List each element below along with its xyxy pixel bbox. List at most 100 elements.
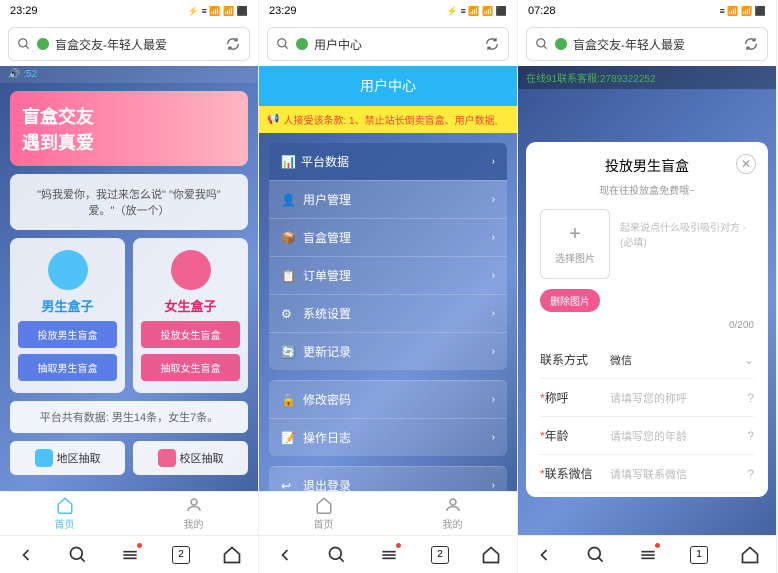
- menu-list-2: 🔒修改密码› 📝操作日志›: [269, 380, 507, 456]
- status-time: 23:29: [10, 5, 38, 17]
- status-bar: 23:29 ⚡ ≡ 📶 📶 ⬛: [259, 0, 517, 22]
- menu-button[interactable]: [379, 545, 399, 565]
- list-icon: 📋: [281, 269, 295, 283]
- put-male-button[interactable]: 投放男生盲盒: [18, 321, 117, 348]
- chevron-right-icon: ›: [492, 270, 495, 281]
- wechat-placeholder: 请填写联系微信: [610, 466, 747, 482]
- menu-item-boxes[interactable]: 📦盲盒管理›: [269, 218, 507, 256]
- menu-button[interactable]: [120, 545, 140, 565]
- badge-dot: [137, 543, 142, 548]
- lock-icon: 🔒: [281, 393, 295, 407]
- age-placeholder: 请填写您的年龄: [610, 428, 747, 444]
- home-button[interactable]: [222, 545, 242, 565]
- back-button[interactable]: [16, 545, 36, 565]
- wechat-row[interactable]: *联系微信 请填写联系微信 ?: [540, 455, 754, 493]
- male-avatar-icon: [48, 250, 88, 290]
- upload-description: 起来说点什么吸引吸引对方 - (必填): [620, 209, 754, 279]
- speaker-icon: 📢: [267, 114, 279, 125]
- search-button[interactable]: [586, 545, 606, 565]
- menu-section-header[interactable]: 📊平台数据›: [269, 143, 507, 180]
- nav-mine[interactable]: 我的: [388, 492, 517, 535]
- wechat-label: *联系微信: [540, 465, 610, 482]
- region-tab[interactable]: 地区抽取: [10, 441, 125, 475]
- shield-icon: [296, 38, 308, 50]
- tab-count-button[interactable]: 1: [690, 546, 708, 564]
- nav-mine[interactable]: 我的: [129, 492, 258, 535]
- refresh-icon[interactable]: [225, 36, 241, 52]
- campus-tab[interactable]: 校区抽取: [133, 441, 248, 475]
- male-box-title: 男生盒子: [18, 296, 117, 315]
- search-button[interactable]: [68, 545, 88, 565]
- home-button[interactable]: [481, 545, 501, 565]
- shield-icon: [37, 38, 49, 50]
- contact-value: 微信: [610, 352, 744, 368]
- tab-count-button[interactable]: 2: [431, 546, 449, 564]
- close-button[interactable]: ✕: [736, 154, 756, 174]
- nickname-row[interactable]: *称呼 请填写您的称呼 ?: [540, 379, 754, 417]
- browser-nav: 1: [518, 535, 776, 573]
- modal-subtitle: 现在往投放盒免费哦~: [540, 182, 754, 197]
- home-icon: [315, 496, 333, 514]
- phone-screen-2: 23:29 ⚡ ≡ 📶 📶 ⬛ 用户中心 用户中心 📢人接受该条款: 1、禁止站…: [259, 0, 518, 573]
- back-button[interactable]: [534, 545, 554, 565]
- url-bar[interactable]: 用户中心: [267, 27, 509, 61]
- draw-female-button[interactable]: 抽取女生盲盒: [141, 354, 240, 381]
- badge-dot: [396, 543, 401, 548]
- tab-count-button[interactable]: 2: [172, 546, 190, 564]
- data-icon: 📊: [281, 155, 295, 169]
- female-box-title: 女生盒子: [141, 296, 240, 315]
- url-bar[interactable]: 盲盒交友-年轻人最爱: [8, 27, 250, 61]
- chevron-right-icon: ›: [492, 346, 495, 357]
- put-female-button[interactable]: 投放女生盲盒: [141, 321, 240, 348]
- back-button[interactable]: [275, 545, 295, 565]
- age-label: *年龄: [540, 427, 610, 444]
- menu-item-logs[interactable]: 📝操作日志›: [269, 418, 507, 456]
- region-row[interactable]: 地区 点我选择发布地区: [540, 493, 754, 497]
- refresh-icon[interactable]: [743, 36, 759, 52]
- content-area: 用户中心 📢人接受该条款: 1、禁止站长倒卖盲盒、用户数据, 📊平台数据› 👤用…: [259, 66, 517, 491]
- warning-notice: 📢人接受该条款: 1、禁止站长倒卖盲盒、用户数据,: [259, 106, 517, 133]
- home-button[interactable]: [740, 545, 760, 565]
- banner[interactable]: 盲盒交友 遇到真爱: [10, 91, 248, 166]
- chevron-right-icon: ›: [492, 394, 495, 405]
- menu-item-settings[interactable]: ⚙系统设置›: [269, 294, 507, 332]
- quote-box: "妈我爱你，我过来怎么说" "你爱我吗" 爱。"（放一个）: [10, 174, 248, 230]
- badge-dot: [655, 543, 660, 548]
- chevron-right-icon: ›: [492, 156, 495, 167]
- chevron-right-icon: ›: [492, 480, 495, 491]
- menu-item-password[interactable]: 🔒修改密码›: [269, 380, 507, 418]
- nav-home[interactable]: 首页: [259, 492, 388, 535]
- refresh-icon[interactable]: [484, 36, 500, 52]
- menu-item-updates[interactable]: 🔄更新记录›: [269, 332, 507, 370]
- location-icon: [35, 449, 53, 467]
- nav-home[interactable]: 首页: [0, 492, 129, 535]
- chevron-down-icon: ⌄: [744, 353, 754, 367]
- contact-label: 联系方式: [540, 351, 610, 368]
- person-icon: [185, 496, 203, 514]
- menu-button[interactable]: [638, 545, 658, 565]
- menu-item-logout[interactable]: ↩退出登录›: [269, 466, 507, 491]
- age-row[interactable]: *年龄 请填写您的年龄 ?: [540, 417, 754, 455]
- search-icon: [535, 37, 549, 51]
- menu-item-orders[interactable]: 📋订单管理›: [269, 256, 507, 294]
- search-button[interactable]: [327, 545, 347, 565]
- delete-image-button[interactable]: 删除图片: [540, 289, 600, 312]
- female-avatar-icon: [171, 250, 211, 290]
- status-icons: ⚡ ≡ 📶 📶 ⬛: [188, 6, 248, 17]
- modal-title: 投放男生盲盒: [540, 156, 754, 176]
- shield-icon: [555, 38, 567, 50]
- help-icon: ?: [747, 467, 754, 481]
- contact-method-row[interactable]: 联系方式 微信 ⌄: [540, 341, 754, 379]
- chevron-right-icon: ›: [492, 432, 495, 443]
- app-nav-bar: 首页 我的: [259, 491, 517, 535]
- image-upload-button[interactable]: + 选择图片: [540, 209, 610, 279]
- url-text: 盲盒交友-年轻人最爱: [573, 36, 737, 53]
- content-area: 在线91联系客服:2789322252 ✕ 投放男生盲盒 现在往投放盒免费哦~ …: [518, 66, 776, 535]
- search-icon: [17, 37, 31, 51]
- content-area: 🔊 :52 盲盒交友 遇到真爱 "妈我爱你，我过来怎么说" "你爱我吗" 爱。"…: [0, 66, 258, 491]
- browser-nav: 2: [259, 535, 517, 573]
- url-bar[interactable]: 盲盒交友-年轻人最爱: [526, 27, 768, 61]
- draw-male-button[interactable]: 抽取男生盲盒: [18, 354, 117, 381]
- menu-item-users[interactable]: 👤用户管理›: [269, 180, 507, 218]
- school-icon: [158, 449, 176, 467]
